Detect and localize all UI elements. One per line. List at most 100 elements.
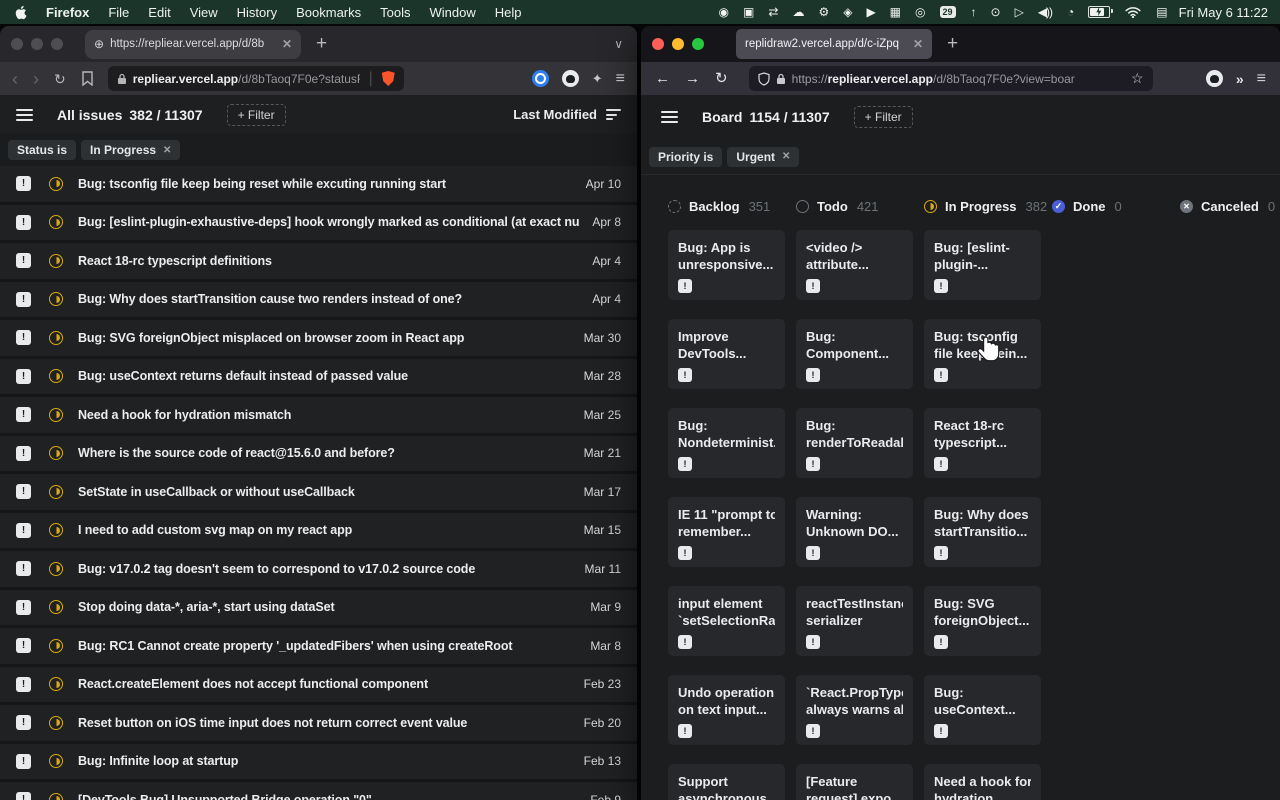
- board-card[interactable]: Undo operationon text input...!: [668, 675, 785, 745]
- sort-order-icon[interactable]: [606, 109, 621, 120]
- board-card[interactable]: Bug: Why doesstartTransitio...!: [924, 497, 1041, 567]
- zoom-window-button[interactable]: [692, 38, 704, 50]
- close-window-button[interactable]: [652, 38, 664, 50]
- close-window-button[interactable]: [11, 38, 23, 50]
- issue-row[interactable]: !Bug: SVG foreignObject misplaced on bro…: [0, 320, 637, 359]
- issue-row[interactable]: !Bug: [eslint-plugin-exhaustive-deps] ho…: [0, 205, 637, 244]
- board-card[interactable]: Supportasynchronous...!: [668, 764, 785, 800]
- board-card[interactable]: IE 11 "prompt toremember...!: [668, 497, 785, 567]
- issue-row[interactable]: !Bug: Why does startTransition cause two…: [0, 282, 637, 321]
- remove-filter-icon[interactable]: ✕: [782, 151, 790, 162]
- camera-icon[interactable]: ▣: [743, 6, 753, 18]
- issue-row[interactable]: !React.createElement does not accept fun…: [0, 667, 637, 706]
- issue-row[interactable]: !Bug: tsconfig file keep being reset whi…: [0, 166, 637, 205]
- issue-row[interactable]: !React 18-rc typescript definitionsApr 4: [0, 243, 637, 282]
- board-card[interactable]: React 18-rctypescript...!: [924, 408, 1041, 478]
- tracking-protection-shield-icon[interactable]: [758, 72, 770, 86]
- browser-tab[interactable]: replidraw2.vercel.app/d/c-iZpq ✕: [736, 29, 932, 59]
- extensions-icon[interactable]: ✦: [592, 71, 603, 87]
- issue-row[interactable]: !Bug: RC1 Cannot create property '_updat…: [0, 628, 637, 667]
- dropbox-icon[interactable]: ◈: [843, 6, 851, 18]
- app-menu-icon[interactable]: [16, 109, 33, 121]
- filter-value-chip[interactable]: Urgent ✕: [727, 147, 799, 167]
- board-card[interactable]: <video />attribute...!: [796, 230, 913, 300]
- menu-app-name[interactable]: Firefox: [46, 5, 89, 20]
- menu-item-view[interactable]: View: [190, 5, 218, 20]
- filter-value-chip[interactable]: In Progress ✕: [81, 140, 180, 160]
- user-switch-icon[interactable]: ▤: [1156, 6, 1166, 18]
- play-app-icon[interactable]: ▶: [866, 6, 874, 18]
- bookmark-icon[interactable]: [81, 71, 94, 86]
- board-card[interactable]: Bug:renderToReadab!: [796, 408, 913, 478]
- menu-item-bookmarks[interactable]: Bookmarks: [296, 5, 361, 20]
- reload-button[interactable]: ↻: [715, 71, 728, 86]
- board-card[interactable]: Bug: SVGforeignObject...!: [924, 586, 1041, 656]
- new-tab-button[interactable]: +: [316, 33, 327, 55]
- board-card[interactable]: Warning:Unknown DO...!: [796, 497, 913, 567]
- cloud-icon[interactable]: ☁: [792, 6, 803, 18]
- minimize-window-button[interactable]: [31, 38, 43, 50]
- remove-filter-icon[interactable]: ✕: [163, 145, 171, 156]
- calendar-icon[interactable]: 29: [940, 6, 956, 19]
- browser-menu-icon[interactable]: ≡: [616, 70, 625, 88]
- browser-tab[interactable]: ⊕ https://repliear.vercel.app/d/8b ✕: [85, 30, 301, 59]
- github-extension-icon[interactable]: [1206, 70, 1223, 87]
- menu-item-help[interactable]: Help: [495, 5, 522, 20]
- back-button[interactable]: ‹: [12, 70, 18, 88]
- issue-row[interactable]: ![DevTools Bug] Unsupported Bridge opera…: [0, 782, 637, 800]
- menu-item-file[interactable]: File: [108, 5, 129, 20]
- board-card[interactable]: ImproveDevTools...!: [668, 319, 785, 389]
- issue-row[interactable]: !Need a hook for hydration mismatchMar 2…: [0, 397, 637, 436]
- board-card[interactable]: reactTestInstancserializer!: [796, 586, 913, 656]
- reload-button[interactable]: ↻: [54, 72, 66, 86]
- close-tab-icon[interactable]: ✕: [913, 37, 923, 51]
- board-card[interactable]: Bug:Nondeterminist.!: [668, 408, 785, 478]
- app-menu-icon[interactable]: [661, 111, 678, 123]
- minimize-window-button[interactable]: [672, 38, 684, 50]
- onepassword-extension-icon[interactable]: [532, 70, 549, 87]
- browser-menu-icon[interactable]: ≡: [1257, 70, 1266, 88]
- upload-icon[interactable]: ↑: [971, 6, 976, 18]
- issue-row[interactable]: !SetState in useCallback or without useC…: [0, 474, 637, 513]
- menu-bar-clock[interactable]: Fri May 6 11:22: [1179, 5, 1280, 20]
- forward-button[interactable]: →: [685, 71, 700, 86]
- menu-item-edit[interactable]: Edit: [148, 5, 170, 20]
- forward-button[interactable]: ›: [33, 70, 39, 88]
- zoom-window-button[interactable]: [51, 38, 63, 50]
- github-extension-icon[interactable]: [562, 70, 579, 87]
- board-card[interactable]: Bug:Component...!: [796, 319, 913, 389]
- issue-row[interactable]: !Bug: Infinite loop at startupFeb 13: [0, 744, 637, 783]
- add-filter-button[interactable]: + Filter: [227, 104, 286, 126]
- board-card[interactable]: Need a hook forhydration...!: [924, 764, 1041, 800]
- menu-item-window[interactable]: Window: [430, 5, 476, 20]
- url-bar[interactable]: repliear.vercel.app/d/8bTaoq7F0e?statusF…: [108, 66, 404, 91]
- board-card[interactable]: `React.PropTypealways warns ab!: [796, 675, 913, 745]
- board-card[interactable]: input element`setSelectionRa!: [668, 586, 785, 656]
- onepassword-icon[interactable]: ◎: [915, 6, 924, 18]
- issue-row[interactable]: !Reset button on iOS time input does not…: [0, 705, 637, 744]
- tab-list-chevron-icon[interactable]: ∨: [614, 37, 623, 51]
- board-card[interactable]: Bug: App isunresponsive...!: [668, 230, 785, 300]
- issue-row[interactable]: !I need to add custom svg map on my reac…: [0, 513, 637, 552]
- board-card[interactable]: Bug: [eslint-plugin-...!: [924, 230, 1041, 300]
- close-tab-icon[interactable]: ✕: [282, 37, 292, 51]
- board-card[interactable]: [Featurerequest] expo...!: [796, 764, 913, 800]
- new-tab-button[interactable]: +: [947, 33, 958, 55]
- url-bar[interactable]: https://repliear.vercel.app/d/8bTaoq7F0e…: [749, 66, 1153, 91]
- window-manager-icon[interactable]: ▦: [890, 6, 900, 18]
- bookmark-star-icon[interactable]: ☆: [1131, 70, 1144, 87]
- battery-charging-icon[interactable]: [1088, 6, 1110, 18]
- board-card[interactable]: Bug: tsconfigfile keep bein...!: [924, 319, 1041, 389]
- menu-item-tools[interactable]: Tools: [380, 5, 410, 20]
- issue-row[interactable]: !Where is the source code of react@15.6.…: [0, 436, 637, 475]
- apple-menu-icon[interactable]: [14, 5, 27, 20]
- overflow-menu-icon[interactable]: »: [1236, 71, 1244, 87]
- screen-record-icon[interactable]: ◉: [719, 6, 728, 18]
- brave-shield-icon[interactable]: [382, 71, 395, 86]
- sync-icon[interactable]: ⇄: [768, 6, 777, 18]
- issue-row[interactable]: !Bug: useContext returns default instead…: [0, 359, 637, 398]
- docker-icon[interactable]: ⚙: [818, 6, 828, 18]
- issue-row[interactable]: !Bug: v17.0.2 tag doesn't seem to corres…: [0, 551, 637, 590]
- alarm-icon[interactable]: ◔: [1067, 6, 1073, 18]
- play-circle-icon[interactable]: ▷: [1015, 6, 1023, 18]
